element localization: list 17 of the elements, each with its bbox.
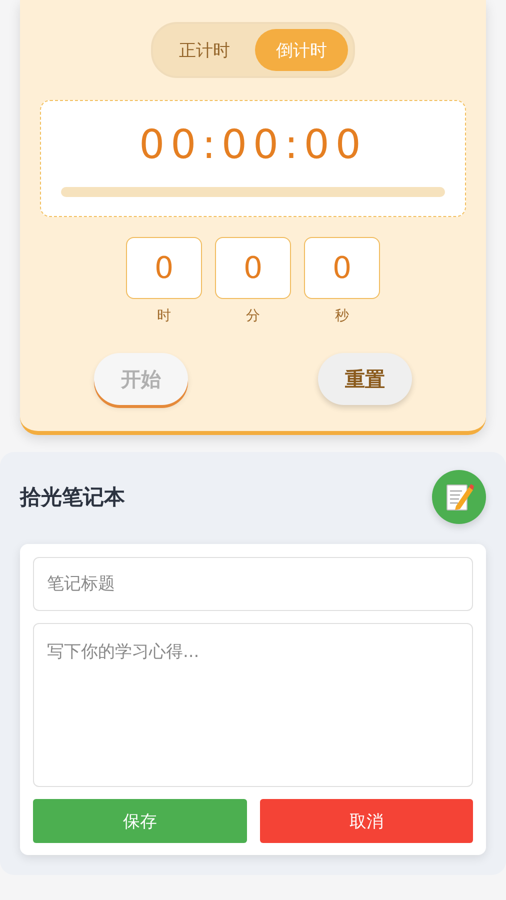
mode-tab[interactable]: 倒计时 [255, 29, 348, 71]
time-input[interactable]: 0 [215, 237, 291, 299]
unit-label: 分 [246, 307, 260, 325]
title-field[interactable]: 笔记标题 [33, 557, 473, 611]
unit-label: 秒 [335, 307, 349, 325]
unit-label: 时 [157, 307, 171, 325]
time-input[interactable]: 0 [126, 237, 202, 299]
cancel-button[interactable]: 取消 [260, 799, 473, 843]
time-input[interactable]: 0 [304, 237, 380, 299]
memo-pencil-icon [444, 482, 474, 512]
time-readout: 00:00:00 [139, 121, 367, 169]
note-textarea[interactable]: 写下你的学习心得... [33, 623, 473, 787]
save-button[interactable]: 保存 [33, 799, 246, 843]
note-button[interactable] [432, 470, 486, 524]
reset-button[interactable]: 重置 [318, 353, 412, 405]
notebook-title: 拾光笔记本 [20, 484, 125, 511]
mode-tab[interactable]: 正计时 [158, 29, 251, 71]
